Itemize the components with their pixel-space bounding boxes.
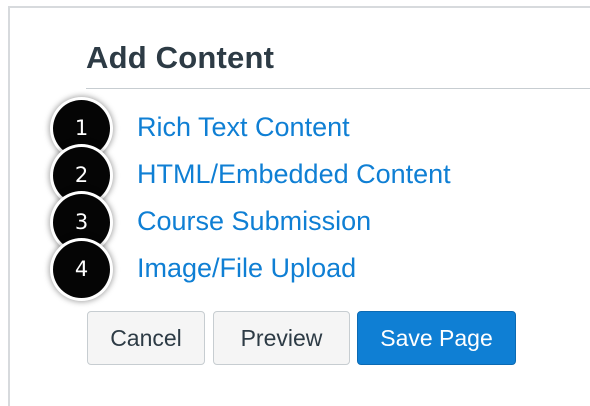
- panel-title: Add Content: [86, 40, 275, 75]
- option-rich-text: 1 Rich Text Content: [0, 100, 590, 157]
- option-course-submission: 3 Course Submission: [0, 194, 590, 251]
- option-html-embedded: 2 HTML/Embedded Content: [0, 147, 590, 204]
- rich-text-content-link[interactable]: Rich Text Content: [137, 112, 350, 143]
- course-submission-link[interactable]: Course Submission: [137, 206, 371, 237]
- preview-button[interactable]: Preview: [213, 311, 350, 365]
- cancel-button[interactable]: Cancel: [87, 311, 205, 365]
- step-badge-4: 4: [53, 241, 110, 298]
- image-file-upload-link[interactable]: Image/File Upload: [137, 253, 356, 284]
- html-embedded-content-link[interactable]: HTML/Embedded Content: [137, 159, 451, 190]
- title-divider: [86, 88, 590, 89]
- save-page-button[interactable]: Save Page: [357, 311, 516, 365]
- option-image-file-upload: 4 Image/File Upload: [0, 241, 590, 298]
